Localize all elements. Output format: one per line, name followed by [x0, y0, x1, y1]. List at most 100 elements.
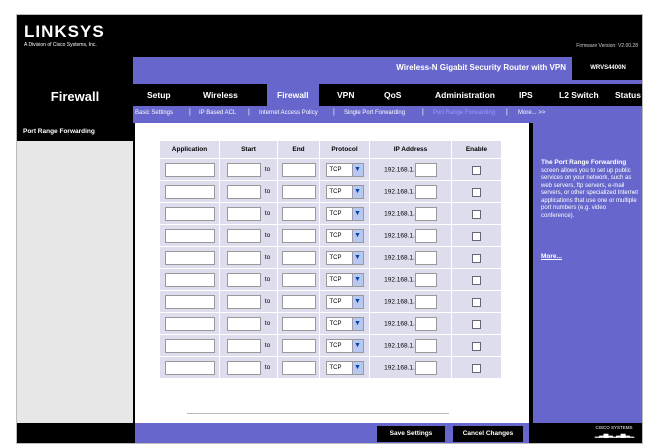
- chevron-down-icon[interactable]: ▼: [351, 185, 363, 198]
- application-input[interactable]: [164, 228, 215, 243]
- enable-checkbox[interactable]: [472, 165, 481, 175]
- tab-status[interactable]: Status: [615, 90, 641, 100]
- protocol-select[interactable]: TCP ▼: [325, 184, 364, 199]
- enable-checkbox[interactable]: [472, 253, 481, 263]
- tab-firewall[interactable]: Firewall: [267, 84, 319, 106]
- enable-checkbox[interactable]: [472, 209, 481, 219]
- application-input[interactable]: [164, 360, 215, 375]
- chevron-down-icon[interactable]: ▼: [351, 339, 363, 352]
- ip-last-octet-input[interactable]: [414, 228, 437, 243]
- protocol-select[interactable]: TCP ▼: [325, 206, 364, 221]
- enable-checkbox[interactable]: [472, 187, 481, 197]
- protocol-select[interactable]: TCP ▼: [325, 250, 364, 265]
- start-cell: to: [219, 290, 278, 313]
- start-port-input[interactable]: [226, 184, 261, 199]
- ip-last-octet-input[interactable]: [414, 206, 437, 221]
- application-input[interactable]: [164, 294, 215, 309]
- end-port-input[interactable]: [281, 338, 316, 353]
- end-port-input[interactable]: [281, 316, 316, 331]
- subtab-port-range-forwarding[interactable]: Port Range Forwarding: [433, 110, 495, 116]
- tab-wireless[interactable]: Wireless: [203, 90, 238, 100]
- protocol-select[interactable]: TCP ▼: [325, 316, 364, 331]
- start-port-input[interactable]: [226, 316, 261, 331]
- application-input[interactable]: [164, 250, 215, 265]
- end-port-input[interactable]: [281, 184, 316, 199]
- chevron-down-icon[interactable]: ▼: [351, 361, 363, 374]
- tab-setup[interactable]: Setup: [147, 90, 171, 100]
- table-row: to TCP ▼ 192.168.1.: [159, 202, 502, 225]
- chevron-down-icon[interactable]: ▼: [351, 295, 363, 308]
- ip-last-octet-input[interactable]: [414, 162, 437, 177]
- to-label: to: [264, 320, 271, 327]
- subtab-internet-access-policy[interactable]: Internet Access Policy: [259, 110, 318, 116]
- protocol-select[interactable]: TCP ▼: [325, 360, 364, 375]
- start-port-input[interactable]: [226, 206, 261, 221]
- end-port-input[interactable]: [281, 294, 316, 309]
- enable-checkbox[interactable]: [472, 341, 481, 351]
- tab-vpn[interactable]: VPN: [337, 90, 354, 100]
- ip-last-octet-input[interactable]: [414, 250, 437, 265]
- chevron-down-icon[interactable]: ▼: [351, 207, 363, 220]
- chevron-down-icon[interactable]: ▼: [351, 163, 363, 176]
- subtab-basic-settings[interactable]: Basic Settings: [135, 110, 173, 116]
- subtab-ip-based-acl[interactable]: IP Based ACL: [199, 110, 236, 116]
- save-settings-button[interactable]: Save Settings: [377, 426, 445, 442]
- protocol-cell: TCP ▼: [319, 334, 370, 357]
- chevron-down-icon[interactable]: ▼: [351, 273, 363, 286]
- chevron-down-icon[interactable]: ▼: [351, 251, 363, 264]
- product-band: Wireless-N Gigabit Security Router with …: [133, 57, 642, 80]
- table-row: to TCP ▼ 192.168.1.: [159, 224, 502, 247]
- application-input[interactable]: [164, 316, 215, 331]
- start-port-input[interactable]: [226, 338, 261, 353]
- cancel-changes-button[interactable]: Cancel Changes: [453, 426, 523, 442]
- application-input[interactable]: [164, 162, 215, 177]
- protocol-select[interactable]: TCP ▼: [325, 338, 364, 353]
- subtab-single-port-forwarding[interactable]: Single Port Forwarding: [344, 110, 405, 116]
- end-port-input[interactable]: [281, 162, 316, 177]
- more-link[interactable]: More...: [541, 253, 562, 260]
- start-port-input[interactable]: [226, 250, 261, 265]
- subtab-separator: |: [189, 109, 191, 116]
- ip-last-octet-input[interactable]: [414, 360, 437, 375]
- end-port-input[interactable]: [281, 228, 316, 243]
- start-port-input[interactable]: [226, 360, 261, 375]
- protocol-select[interactable]: TCP ▼: [325, 228, 364, 243]
- ip-last-octet-input[interactable]: [414, 272, 437, 287]
- enable-checkbox[interactable]: [472, 275, 481, 285]
- ip-last-octet-input[interactable]: [414, 184, 437, 199]
- column-header-protocol: Protocol: [319, 140, 370, 159]
- chevron-down-icon[interactable]: ▼: [351, 229, 363, 242]
- start-port-input[interactable]: [226, 294, 261, 309]
- tab-qos[interactable]: QoS: [384, 90, 401, 100]
- cisco-logo-text: CISCO SYSTEMS: [595, 425, 633, 430]
- end-port-input[interactable]: [281, 206, 316, 221]
- application-input[interactable]: [164, 184, 215, 199]
- enable-checkbox[interactable]: [472, 231, 481, 241]
- enable-checkbox[interactable]: [472, 363, 481, 373]
- table-row: to TCP ▼ 192.168.1.: [159, 268, 502, 291]
- tab-l2-switch[interactable]: L2 Switch: [559, 90, 599, 100]
- end-port-input[interactable]: [281, 360, 316, 375]
- enable-checkbox[interactable]: [472, 297, 481, 307]
- subtab-more[interactable]: More... >>: [518, 110, 545, 116]
- start-port-input[interactable]: [226, 162, 261, 177]
- end-port-input[interactable]: [281, 272, 316, 287]
- protocol-select[interactable]: TCP ▼: [325, 294, 364, 309]
- start-port-input[interactable]: [226, 228, 261, 243]
- ip-last-octet-input[interactable]: [414, 338, 437, 353]
- help-body: screen allows you to set up public servi…: [541, 167, 639, 219]
- application-input[interactable]: [164, 338, 215, 353]
- bottom-divider: [187, 413, 449, 414]
- enable-checkbox[interactable]: [472, 319, 481, 329]
- tab-administration[interactable]: Administration: [435, 90, 495, 100]
- protocol-select[interactable]: TCP ▼: [325, 162, 364, 177]
- tab-ips[interactable]: IPS: [519, 90, 533, 100]
- ip-last-octet-input[interactable]: [414, 316, 437, 331]
- ip-last-octet-input[interactable]: [414, 294, 437, 309]
- application-input[interactable]: [164, 206, 215, 221]
- start-port-input[interactable]: [226, 272, 261, 287]
- chevron-down-icon[interactable]: ▼: [351, 317, 363, 330]
- application-input[interactable]: [164, 272, 215, 287]
- protocol-select[interactable]: TCP ▼: [325, 272, 364, 287]
- end-port-input[interactable]: [281, 250, 316, 265]
